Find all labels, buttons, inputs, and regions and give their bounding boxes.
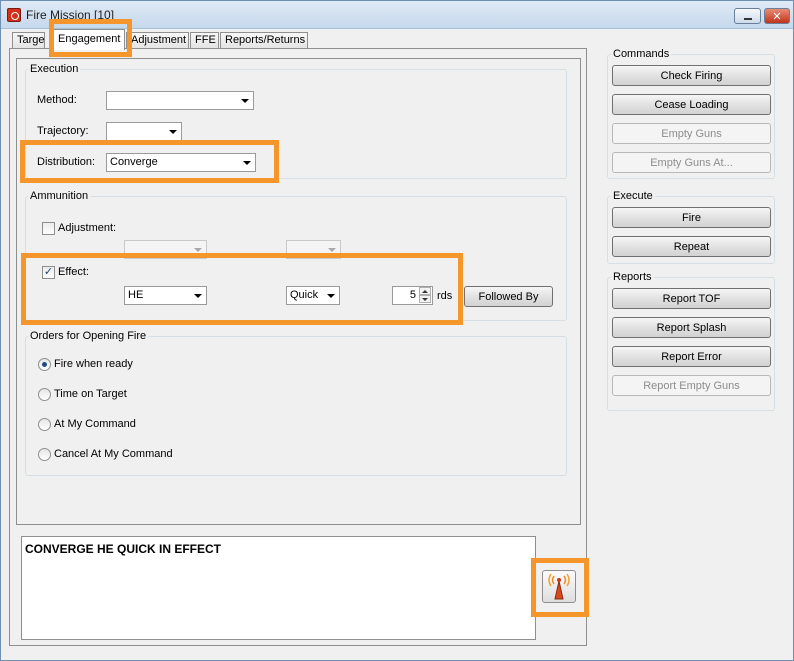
effect-round-type-dropdown[interactable]: HE xyxy=(124,286,207,305)
trajectory-label: Trajectory: xyxy=(37,125,89,137)
chevron-down-icon xyxy=(241,99,249,103)
close-icon: ✕ xyxy=(772,10,782,23)
rounds-unit-label: rds xyxy=(437,290,453,302)
report-error-button[interactable]: Report Error xyxy=(612,346,771,367)
chevron-down-icon xyxy=(243,161,251,165)
tab-ffe[interactable]: FFE xyxy=(190,32,219,49)
effect-round-type-value: HE xyxy=(128,289,144,301)
fire-button[interactable]: Fire xyxy=(612,207,771,228)
checkmark-icon: ✓ xyxy=(43,266,54,278)
trajectory-dropdown[interactable] xyxy=(106,122,182,141)
chevron-down-icon xyxy=(328,248,336,252)
fire-when-ready-label: Fire when ready xyxy=(54,358,133,370)
cease-loading-button[interactable]: Cease Loading xyxy=(612,94,771,115)
method-label: Method: xyxy=(37,94,77,106)
window-title: Fire Mission [10] xyxy=(26,8,115,22)
distribution-dropdown[interactable]: Converge xyxy=(106,153,256,172)
stepper-down-icon[interactable] xyxy=(419,295,431,303)
distribution-label: Distribution: xyxy=(37,156,96,168)
time-on-target-label: Time on Target xyxy=(54,388,127,400)
tab-reports-returns[interactable]: Reports/Returns xyxy=(220,32,308,49)
adjustment-checkbox[interactable] xyxy=(42,222,55,235)
distribution-value: Converge xyxy=(110,156,158,168)
empty-guns-button[interactable]: Empty Guns xyxy=(612,123,771,144)
reports-group-label: Reports xyxy=(611,271,654,283)
stepper-up-icon[interactable] xyxy=(419,287,431,295)
ammunition-group-label: Ammunition xyxy=(28,190,91,202)
execution-group-label: Execution xyxy=(28,63,81,75)
report-tof-button[interactable]: Report TOF xyxy=(612,288,771,309)
adjustment-label: Adjustment: xyxy=(58,222,117,234)
chevron-down-icon xyxy=(169,130,177,134)
effect-label: Effect: xyxy=(58,266,89,278)
at-my-command-label: At My Command xyxy=(54,418,136,430)
report-empty-guns-button[interactable]: Report Empty Guns xyxy=(612,375,771,396)
effect-rounds-stepper[interactable]: 5 xyxy=(392,286,433,305)
effect-fuze-dropdown[interactable]: Quick xyxy=(286,286,340,305)
minimize-icon xyxy=(743,18,752,20)
radio-fire-when-ready[interactable] xyxy=(38,358,51,371)
radio-at-my-command[interactable] xyxy=(38,418,51,431)
chevron-down-icon xyxy=(327,294,335,298)
execute-group-label: Execute xyxy=(611,190,655,202)
close-button[interactable]: ✕ xyxy=(764,8,790,24)
cancel-at-my-command-label: Cancel At My Command xyxy=(54,448,173,460)
effect-checkbox[interactable]: ✓ xyxy=(42,266,55,279)
repeat-button[interactable]: Repeat xyxy=(612,236,771,257)
broadcast-button[interactable] xyxy=(542,570,576,603)
radio-time-on-target[interactable] xyxy=(38,388,51,401)
chevron-down-icon xyxy=(194,248,202,252)
report-splash-button[interactable]: Report Splash xyxy=(612,317,771,338)
followed-by-button[interactable]: Followed By xyxy=(464,286,553,307)
check-firing-button[interactable]: Check Firing xyxy=(612,65,771,86)
title-bar: Fire Mission [10] ✕ xyxy=(1,1,793,29)
tab-target[interactable]: Target xyxy=(12,32,45,49)
empty-guns-at-button[interactable]: Empty Guns At... xyxy=(612,152,771,173)
fire-mission-app-icon xyxy=(7,8,21,22)
orders-group-label: Orders for Opening Fire xyxy=(28,330,149,342)
effect-rounds-value: 5 xyxy=(409,289,416,301)
chevron-down-icon xyxy=(194,294,202,298)
method-dropdown[interactable] xyxy=(106,91,254,110)
fire-command-output: CONVERGE HE QUICK IN EFFECT xyxy=(21,536,536,640)
radio-tower-broadcast-icon xyxy=(548,573,570,600)
minimize-button[interactable] xyxy=(734,8,761,24)
commands-group-label: Commands xyxy=(611,48,672,60)
radio-cancel-at-my-command[interactable] xyxy=(38,448,51,461)
fire-mission-window: Fire Mission [10] ✕ Target Engagement Ad… xyxy=(0,0,794,661)
effect-fuze-value: Quick xyxy=(290,289,319,301)
adjustment-fuze-dropdown[interactable] xyxy=(286,240,341,259)
adjustment-round-dropdown[interactable] xyxy=(124,240,207,259)
tab-adjustment[interactable]: Adjustment xyxy=(126,32,189,49)
tab-engagement[interactable]: Engagement xyxy=(53,29,125,50)
